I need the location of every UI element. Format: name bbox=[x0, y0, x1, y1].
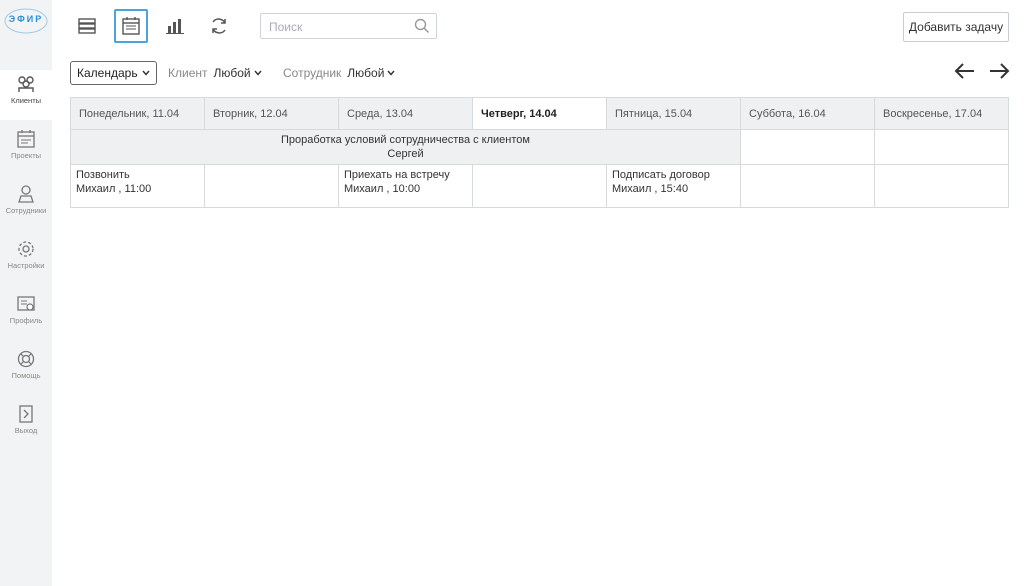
employee-filter-label: Сотрудник bbox=[283, 66, 342, 80]
bar-chart-icon bbox=[166, 19, 184, 34]
list-icon bbox=[78, 18, 96, 34]
sidebar-item-employees[interactable]: Сотрудники bbox=[0, 180, 52, 230]
client-filter-value: Любой bbox=[213, 66, 251, 80]
view-select-value: Календарь bbox=[77, 66, 138, 80]
list-view-button[interactable] bbox=[70, 9, 104, 43]
task-item[interactable]: Приехать на встречу Михаил , 10:00 bbox=[344, 168, 467, 196]
calendar-row: Позвонить Михаил , 11:00 Приехать на вст… bbox=[70, 164, 1009, 208]
search-input[interactable] bbox=[267, 17, 411, 37]
calendar-cell[interactable] bbox=[204, 164, 339, 208]
refresh-button[interactable] bbox=[202, 9, 236, 43]
task-meta: Михаил , 15:40 bbox=[612, 183, 689, 195]
day-header-saturday: Суббота, 16.04 bbox=[740, 97, 875, 130]
sidebar-item-label: Помощь bbox=[11, 371, 41, 380]
employee-filter-value: Любой bbox=[347, 66, 385, 80]
chevron-down-icon bbox=[254, 70, 262, 76]
logout-icon bbox=[19, 405, 33, 423]
day-header-tuesday: Вторник, 12.04 bbox=[204, 97, 339, 130]
employees-icon bbox=[18, 185, 34, 203]
client-filter-label: Клиент bbox=[168, 66, 208, 80]
app-logo[interactable]: ЭФИР bbox=[2, 6, 50, 36]
calendar-cell[interactable] bbox=[472, 164, 607, 208]
task-meta: Михаил , 10:00 bbox=[344, 183, 421, 195]
prev-week-button[interactable] bbox=[953, 60, 977, 82]
chevron-down-icon bbox=[387, 70, 395, 76]
projects-icon bbox=[17, 130, 35, 148]
sidebar-item-label: Профиль bbox=[9, 316, 43, 325]
calendar-cell[interactable]: Приехать на встречу Михаил , 10:00 bbox=[338, 164, 473, 208]
calendar-icon bbox=[122, 17, 140, 35]
day-header-monday: Понедельник, 11.04 bbox=[70, 97, 205, 130]
sidebar-item-label: Выход bbox=[14, 426, 38, 435]
sidebar-item-label: Сотрудники bbox=[5, 206, 47, 215]
task-title: Приехать на встречу bbox=[344, 169, 450, 181]
employee-filter: Сотрудник Любой bbox=[283, 66, 395, 80]
help-icon bbox=[17, 350, 35, 368]
sidebar-item-projects[interactable]: Проекты bbox=[0, 125, 52, 175]
clients-icon bbox=[18, 76, 34, 92]
employee-filter-dropdown[interactable]: Любой bbox=[347, 66, 395, 80]
day-header-sunday: Воскресенье, 17.04 bbox=[874, 97, 1009, 130]
profile-icon bbox=[17, 296, 35, 311]
chevron-down-icon bbox=[142, 70, 150, 76]
calendar-row: Проработка условий сотрудничества с клие… bbox=[70, 129, 1009, 165]
logo-text: ЭФИР bbox=[8, 14, 44, 24]
client-filter-dropdown[interactable]: Любой bbox=[214, 66, 262, 80]
sidebar-item-label: Настройки bbox=[7, 261, 45, 270]
refresh-icon bbox=[212, 18, 226, 34]
calendar-cell[interactable]: Подписать договор Михаил , 15:40 bbox=[606, 164, 741, 208]
sidebar-item-settings[interactable]: Настройки bbox=[0, 235, 52, 285]
task-title: Подписать договор bbox=[612, 169, 710, 181]
calendar-cell[interactable] bbox=[874, 129, 1009, 165]
sidebar-item-help[interactable]: Помощь bbox=[0, 345, 52, 395]
task-meta: Михаил , 11:00 bbox=[76, 183, 152, 195]
task-title: Позвонить bbox=[76, 169, 130, 181]
week-calendar: Понедельник, 11.04 Вторник, 12.04 Среда,… bbox=[70, 97, 1009, 208]
add-task-button[interactable]: Добавить задачу bbox=[903, 12, 1009, 42]
calendar-view-button[interactable] bbox=[114, 9, 148, 43]
task-assignee: Сергей bbox=[387, 148, 424, 160]
sidebar: ЭФИР Клиенты Проекты Сотрудники Настройк… bbox=[0, 0, 52, 586]
view-select[interactable]: Календарь bbox=[70, 61, 157, 85]
task-item[interactable]: Подписать договор Михаил , 15:40 bbox=[612, 168, 735, 196]
task-item[interactable]: Позвонить Михаил , 11:00 bbox=[76, 168, 199, 196]
task-title: Проработка условий сотрудничества с клие… bbox=[281, 134, 530, 146]
calendar-header-row: Понедельник, 11.04 Вторник, 12.04 Среда,… bbox=[70, 97, 1009, 130]
calendar-cell[interactable] bbox=[740, 164, 875, 208]
sidebar-item-clients[interactable]: Клиенты bbox=[0, 70, 52, 120]
reports-view-button[interactable] bbox=[158, 9, 192, 43]
next-week-button[interactable] bbox=[987, 60, 1011, 82]
sidebar-item-profile[interactable]: Профиль bbox=[0, 290, 52, 340]
calendar-cell[interactable]: Позвонить Михаил , 11:00 bbox=[70, 164, 205, 208]
arrow-left-icon bbox=[954, 63, 974, 79]
day-header-friday: Пятница, 15.04 bbox=[606, 97, 741, 130]
sidebar-item-logout[interactable]: Выход bbox=[0, 400, 52, 450]
search-box bbox=[260, 13, 437, 39]
day-header-wednesday: Среда, 13.04 bbox=[338, 97, 473, 130]
search-icon[interactable] bbox=[414, 18, 430, 39]
calendar-cell[interactable] bbox=[740, 129, 875, 165]
multi-day-task[interactable]: Проработка условий сотрудничества с клие… bbox=[70, 129, 741, 165]
sidebar-item-label: Проекты bbox=[10, 151, 42, 160]
settings-icon bbox=[18, 241, 34, 257]
arrow-right-icon bbox=[990, 63, 1010, 79]
day-header-thursday: Четверг, 14.04 bbox=[472, 97, 607, 130]
client-filter: Клиент Любой bbox=[168, 66, 262, 80]
calendar-cell[interactable] bbox=[874, 164, 1009, 208]
sidebar-item-label: Клиенты bbox=[10, 96, 42, 105]
